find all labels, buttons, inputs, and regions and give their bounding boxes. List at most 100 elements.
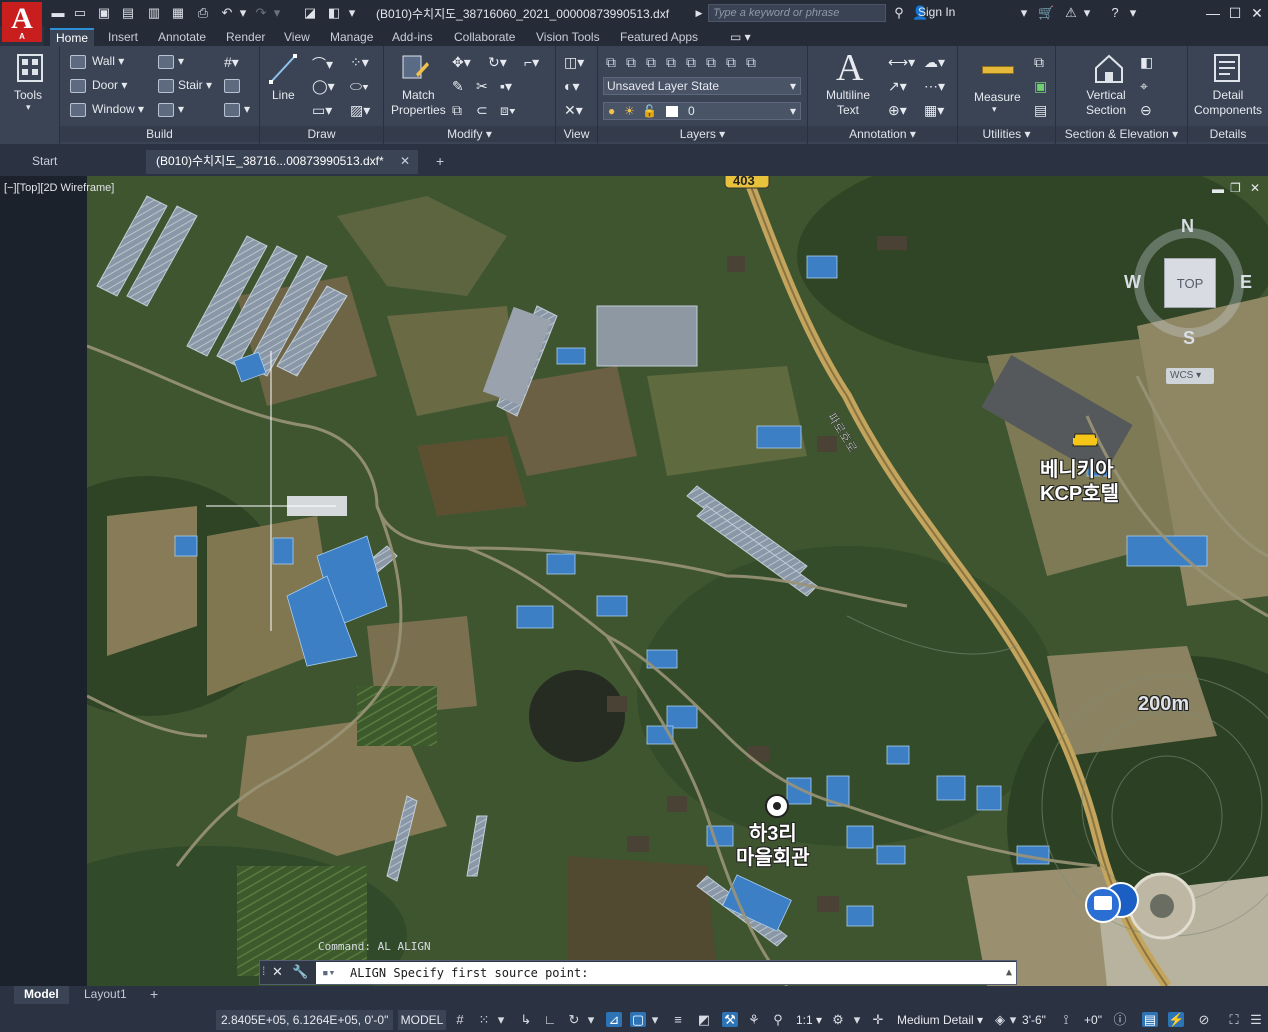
snap-mode-icon[interactable]: ⁙ (476, 1012, 492, 1027)
line-button[interactable]: Line (272, 88, 295, 102)
search-expand-icon[interactable]: ▶ (694, 4, 704, 22)
ortho-mode-icon[interactable]: ∟ (542, 1012, 558, 1027)
elevation-icon[interactable]: ◧ (1140, 54, 1153, 71)
copy-icon[interactable]: ⧉ (452, 102, 462, 119)
tab-annotate[interactable]: Annotate (152, 28, 212, 46)
hatch-icon[interactable]: ▨▾ (350, 102, 370, 119)
close-tab-icon[interactable]: ✕ (400, 150, 410, 172)
elevation-offset-value[interactable]: +0" (1080, 1010, 1106, 1030)
vertical-section-button[interactable]: Vertical Section (1086, 88, 1126, 118)
tab-add-ins[interactable]: Add-ins (386, 28, 439, 46)
compass-south[interactable]: S (1183, 328, 1195, 349)
wcs-menu[interactable]: WCS ▾ (1166, 368, 1214, 384)
section-mark-icon[interactable]: ⊖ (1140, 102, 1152, 119)
door-button[interactable]: Door ▾ (92, 78, 127, 92)
undo-dropdown-icon[interactable]: ▾ (238, 4, 248, 22)
rectangle-icon[interactable]: ▭▾ (312, 102, 332, 119)
layer-color-swatch[interactable] (666, 106, 678, 117)
layout-tab-layout1[interactable]: Layout1 (74, 986, 137, 1004)
roof-icon[interactable] (158, 55, 174, 69)
layer-tools-icon[interactable]: ⧉⧉⧉⧉⧉⧉⧉⧉ (606, 54, 766, 71)
hardware-acceleration-icon[interactable]: ▤ (1142, 1012, 1158, 1027)
viewport-restore-icon[interactable]: ❐ (1230, 181, 1241, 195)
circle-icon[interactable]: ◯▾ (312, 78, 335, 95)
command-history-toggle-icon[interactable]: ▲ (1006, 962, 1012, 984)
annotation-scale-icon[interactable]: ⚲ (770, 1012, 786, 1027)
sign-in-button[interactable]: Sign In (918, 5, 955, 19)
drawing-viewport[interactable]: [−][Top][2D Wireframe] 403 파로호로 베니키아 KCP… (0, 176, 1268, 986)
wall-button[interactable]: Wall ▾ (92, 54, 124, 68)
grid-display-icon[interactable]: # (452, 1012, 468, 1027)
tab-collaborate[interactable]: Collaborate (448, 28, 521, 46)
layer-on-icon[interactable]: ● (608, 103, 615, 119)
curtain-wall-icon[interactable] (158, 103, 174, 117)
add-layout-icon[interactable]: + (140, 986, 168, 1004)
plus-icon[interactable]: ✛ (870, 1012, 886, 1027)
export-icon[interactable]: ▥ (146, 4, 162, 22)
cart-icon[interactable]: 🛒 (1038, 4, 1054, 22)
compass-west[interactable]: W (1124, 272, 1141, 293)
binoculars-icon[interactable]: ⚲ (890, 4, 908, 22)
select-similar-icon[interactable]: ▣ (1034, 78, 1047, 95)
save-as-icon[interactable]: ▤ (120, 4, 136, 22)
revision-cloud-icon[interactable]: ☁▾ (924, 54, 945, 71)
osnap-dropdown-icon[interactable]: ▾ (650, 1012, 660, 1027)
share-icon[interactable]: ▦ (170, 4, 186, 22)
polar-dropdown-icon[interactable]: ▾ (586, 1012, 596, 1027)
viewcube[interactable]: N S E W TOP WCS ▾ (1124, 206, 1254, 386)
current-layer-dropdown[interactable]: ● ☀ 🔓 0 ▾ (603, 102, 801, 120)
viewcube-top-face[interactable]: TOP (1164, 258, 1216, 308)
rotate-icon[interactable]: ↻▾ (488, 54, 507, 71)
customization-menu-icon[interactable]: ☰ (1248, 1012, 1264, 1027)
coordinates-readout[interactable]: 2.8405E+05, 6.1264E+05, 0'-0" (216, 1010, 394, 1030)
layer-lock-icon[interactable]: 🔓 (642, 103, 657, 119)
auto-scale-icon[interactable]: ⚘ (746, 1012, 762, 1027)
window-button[interactable]: Window ▾ (92, 102, 144, 116)
layer-freeze-icon[interactable]: ☀ (624, 103, 635, 119)
layer-state-dropdown[interactable]: Unsaved Layer State ▾ (603, 77, 801, 95)
slab-icon[interactable] (224, 103, 240, 117)
isometric-drafting-icon[interactable]: ⊿ (606, 1012, 622, 1027)
array-icon[interactable]: ▪▾ (500, 78, 512, 95)
measure-dropdown-icon[interactable]: ▾ (992, 104, 997, 115)
command-input[interactable]: ▪▾ ALIGN Specify first source point: ▲ (316, 962, 1016, 984)
callout-icon[interactable]: ⌖ (1140, 78, 1148, 95)
viewport-minimize-icon[interactable]: ▬ (1212, 182, 1224, 196)
command-recent-icon[interactable]: ▪▾ (322, 962, 335, 984)
viewport-close-icon[interactable]: ✕ (1250, 181, 1260, 195)
sign-in-dropdown-icon[interactable]: ▾ (1018, 4, 1030, 22)
print-icon[interactable]: ⎙ (194, 4, 212, 22)
dimension-icon[interactable]: ⟷▾ (888, 54, 915, 71)
minimize-icon[interactable]: — (1202, 3, 1224, 23)
command-close-icon[interactable]: ✕ (272, 964, 283, 980)
tag-icon[interactable]: ⊕▾ (888, 102, 907, 119)
viewport-controls[interactable]: [−][Top][2D Wireframe] (4, 182, 114, 194)
layer-key-icon[interactable]: ⚡ (1168, 1012, 1184, 1027)
tab-insert[interactable]: Insert (102, 28, 144, 46)
slab-dropdown-icon[interactable]: ▾ (244, 102, 250, 116)
polar-tracking-icon[interactable]: ↻ (566, 1012, 582, 1027)
snap-dropdown-icon[interactable]: ▾ (496, 1012, 506, 1027)
command-customize-icon[interactable]: 🔧 (292, 964, 308, 980)
application-menu-button[interactable]: A A (2, 2, 42, 42)
table-icon[interactable]: ▦▾ (924, 102, 944, 119)
multiline-text-button[interactable]: Multiline Text (826, 88, 870, 118)
erase-icon[interactable]: ✎ (452, 78, 464, 95)
redo-icon[interactable]: ↷ (252, 4, 270, 22)
column-icon[interactable] (224, 79, 240, 93)
new-tab-icon[interactable]: + (426, 150, 452, 174)
tab-featured-apps[interactable]: Featured Apps (614, 28, 704, 46)
tab-manage[interactable]: Manage (324, 28, 379, 46)
keynote-icon[interactable]: ⋯▾ (924, 78, 945, 95)
transparency-icon[interactable]: ◩ (696, 1012, 712, 1027)
ribbon-options-icon[interactable]: ▭ ▾ (724, 28, 757, 46)
new-icon[interactable]: ▬ (50, 4, 66, 22)
compass-east[interactable]: E (1240, 272, 1252, 293)
elevation-offset-icon[interactable]: ⟟ (1058, 1012, 1074, 1027)
tools-dropdown-icon[interactable]: ▾ (26, 102, 31, 113)
leader-icon[interactable]: ↗▾ (888, 78, 907, 95)
annotation-scale-value[interactable]: 1:1 ▾ (794, 1010, 824, 1030)
open-icon[interactable]: ▭ (72, 4, 88, 22)
compass-north[interactable]: N (1181, 216, 1194, 237)
calculator-icon[interactable]: ▤ (1034, 102, 1047, 119)
